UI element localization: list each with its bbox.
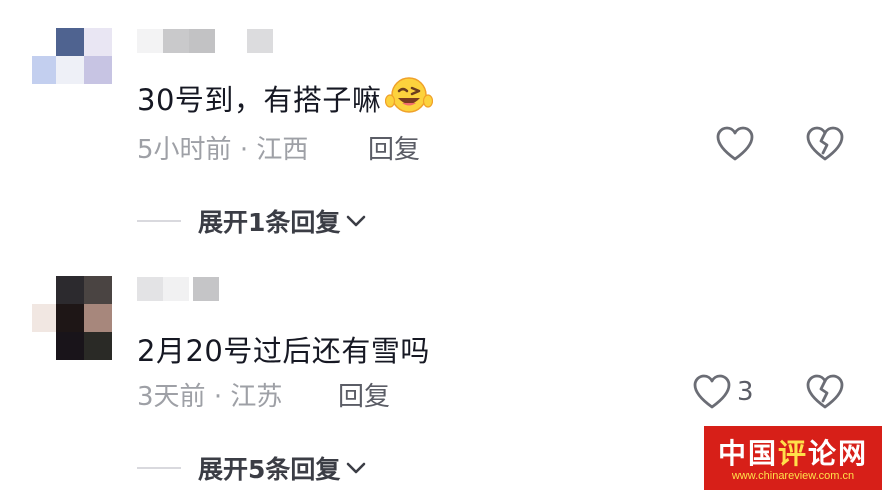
comment-text: 2月20号过后还有雪吗 <box>137 328 430 370</box>
like-count: 3 <box>737 377 754 407</box>
watermark-title-part: 论网 <box>808 437 869 470</box>
watermark-title-accent: 评 <box>777 437 808 470</box>
meta-separator: · <box>213 382 223 412</box>
heart-outline-icon <box>693 374 731 409</box>
watermark-title: 中国评论网 <box>704 432 882 472</box>
expand-replies[interactable]: 展开5条回复 <box>137 450 368 486</box>
broken-heart-icon <box>806 374 844 409</box>
chevron-down-icon <box>347 462 366 474</box>
watermark-logo: 中国评论网 www.chinareview.com.cn <box>704 426 882 490</box>
comment-text-content: 2月20号过后还有雪吗 <box>137 334 430 368</box>
divider-line <box>137 467 181 469</box>
comment-time: 3天前 <box>137 382 206 412</box>
like-button[interactable] <box>693 374 731 414</box>
comment-meta: 3天前 · 江苏 <box>137 376 282 413</box>
reply-button[interactable]: 回复 <box>338 376 390 413</box>
avatar[interactable] <box>32 276 112 360</box>
username-blurred[interactable] <box>137 277 227 301</box>
watermark-url: www.chinareview.com.cn <box>731 470 855 482</box>
comment-2: 2月20号过后还有雪吗 3天前 · 江苏 回复 3 展开5条回复 <box>0 0 886 495</box>
expand-replies-label[interactable]: 展开5条回复 <box>198 450 340 486</box>
watermark-title-part: 中国 <box>717 437 778 470</box>
dislike-button[interactable] <box>806 374 844 414</box>
comment-location: 江苏 <box>230 382 283 412</box>
